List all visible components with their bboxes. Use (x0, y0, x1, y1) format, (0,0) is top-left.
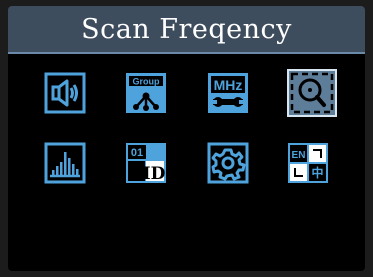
scan-search-icon (290, 72, 334, 114)
language-en-label: EN (292, 150, 306, 161)
language-cn-label: 中 (311, 165, 323, 180)
device-frame: Scan Freqency Group MHz 01 ID EN 中 (0, 0, 373, 277)
menu-item-language[interactable]: EN 中 (287, 142, 329, 184)
equalizer-bars-icon (44, 142, 86, 184)
group-label: Group (133, 77, 160, 87)
menu-item-settings[interactable] (207, 142, 249, 184)
speaker-icon (44, 72, 86, 114)
id-number-label: 01 (131, 147, 143, 159)
language-icon: EN 中 (288, 143, 328, 183)
menu-item-volume[interactable] (44, 72, 86, 114)
mhz-wrench-icon: MHz (208, 73, 248, 113)
group-icon: Group (126, 73, 166, 113)
menu-item-mhz[interactable]: MHz (207, 72, 249, 114)
menu-grid: Group MHz 01 ID EN 中 (8, 6, 365, 271)
mhz-label: MHz (214, 77, 243, 93)
id-label: ID (143, 164, 166, 184)
menu-item-equalizer[interactable] (44, 142, 86, 184)
id-icon: 01 ID (126, 143, 166, 184)
menu-item-id[interactable]: 01 ID (125, 142, 167, 184)
gear-icon (207, 142, 249, 184)
menu-item-group[interactable]: Group (125, 72, 167, 114)
menu-item-scan[interactable] (287, 69, 337, 117)
lcd-screen: Scan Freqency Group MHz 01 ID EN 中 (8, 6, 365, 271)
